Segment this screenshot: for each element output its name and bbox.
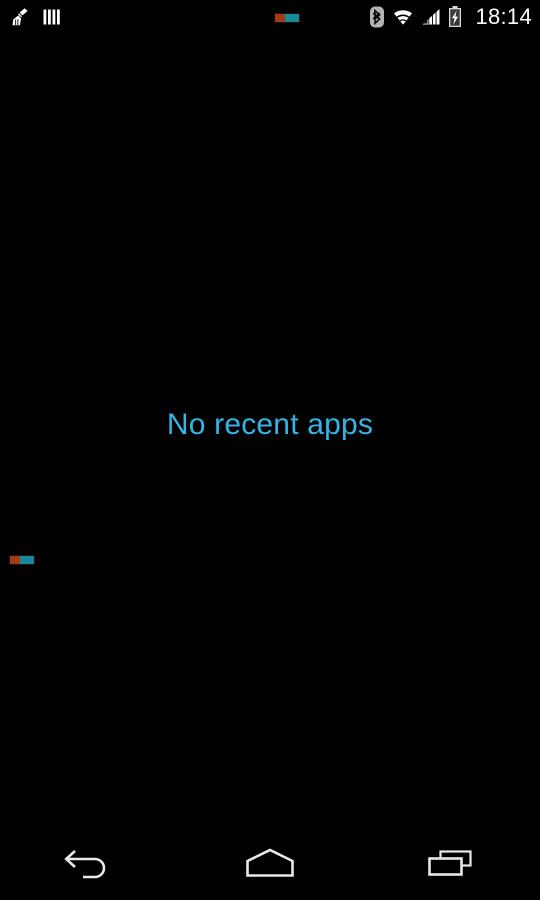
navigation-bar xyxy=(0,826,540,900)
indicator-segment-teal xyxy=(19,556,34,564)
back-button[interactable] xyxy=(0,826,180,900)
indicator-segment-orange xyxy=(10,556,20,564)
floating-indicator xyxy=(9,555,35,565)
recents-button[interactable] xyxy=(360,826,540,900)
home-icon xyxy=(242,845,298,881)
status-bar-notification-icons xyxy=(10,0,62,34)
android-recents-screen: 18:14 No recent apps xyxy=(0,0,540,900)
indicator-segment-orange xyxy=(275,14,285,22)
orange-teal-indicator-icon xyxy=(274,13,300,23)
status-bar: 18:14 xyxy=(0,0,540,34)
status-bar-clock: 18:14 xyxy=(475,4,532,29)
back-arrow-icon xyxy=(63,843,117,883)
home-button[interactable] xyxy=(180,826,360,900)
indicator-segment-teal xyxy=(284,14,299,22)
status-bar-center-indicator xyxy=(274,13,300,23)
barcode-icon xyxy=(42,6,62,28)
battery-charging-icon xyxy=(447,5,463,29)
broom-cleaner-icon xyxy=(10,6,32,28)
wifi-icon xyxy=(391,6,415,28)
orange-teal-indicator-icon xyxy=(9,555,35,565)
bluetooth-icon xyxy=(368,5,386,29)
status-bar-system-icons: 18:14 xyxy=(368,0,532,34)
cell-signal-icon xyxy=(420,6,442,28)
recent-apps-icon xyxy=(424,845,476,881)
no-recent-apps-label: No recent apps xyxy=(166,408,374,441)
recents-panel[interactable]: No recent apps xyxy=(0,34,540,826)
